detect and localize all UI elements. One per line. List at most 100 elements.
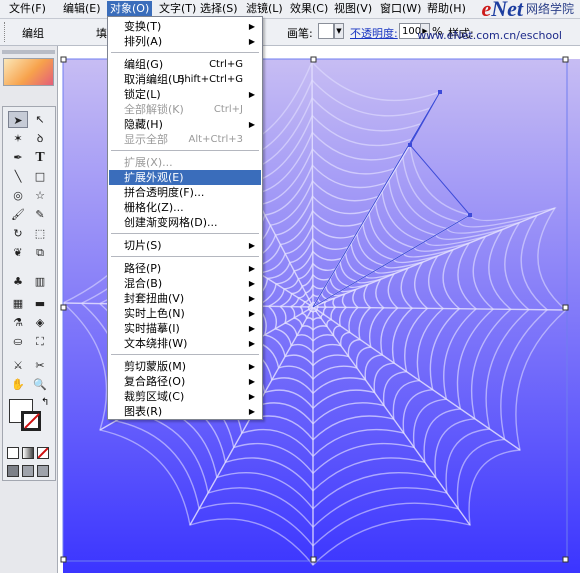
menu-filter[interactable]: 滤镜(L) <box>243 1 286 17</box>
screen-mode-full-icon[interactable] <box>37 465 49 477</box>
warp-tool-icon[interactable]: ❦ <box>8 244 28 261</box>
object-menu-item-label: 排列(A) <box>124 35 163 48</box>
none-mode-icon[interactable] <box>37 447 49 459</box>
blend-tool-icon[interactable]: ◈ <box>30 314 50 331</box>
live-paint-selection-tool-icon[interactable]: ⛶ <box>30 333 50 350</box>
brush-dropdown-icon[interactable]: ▼ <box>334 23 344 39</box>
scissors-tool-icon[interactable]: ✂ <box>30 357 50 374</box>
object-menu-item-shortcut: Shift+Ctrl+G <box>177 74 243 85</box>
enet-url: www.eNet.com.cn/eschool <box>417 29 562 42</box>
menu-select[interactable]: 选择(S) <box>197 1 241 17</box>
submenu-arrow-icon: ▶ <box>248 309 255 318</box>
direct-selection-tool-icon[interactable]: ↖ <box>30 111 50 128</box>
stroke-swatch[interactable] <box>21 411 41 431</box>
paintbrush-tool-icon[interactable]: 🖌 <box>8 206 28 223</box>
anchor-point[interactable] <box>468 213 472 217</box>
gradient-mode-icon[interactable] <box>22 447 34 459</box>
object-menu-item[interactable]: 路径(P) ▶ <box>109 261 261 276</box>
object-menu-item[interactable]: 实时上色(N) ▶ <box>109 306 261 321</box>
brush-swatch[interactable] <box>318 23 334 39</box>
group-label: 编组 <box>22 27 44 40</box>
submenu-arrow-icon: ▶ <box>248 407 255 416</box>
bounding-box-handle[interactable] <box>60 56 67 63</box>
bounding-box-handle[interactable] <box>562 56 569 63</box>
anchor-point[interactable] <box>408 143 412 147</box>
rectangle-tool-icon[interactable]: □ <box>30 168 50 185</box>
submenu-arrow-icon: ▶ <box>248 90 255 99</box>
object-menu-item[interactable]: 拼合透明度(F)... <box>109 185 261 200</box>
menu-effect[interactable]: 效果(C) <box>287 1 331 17</box>
object-menu-item[interactable]: 文本绕排(W) ▶ <box>109 336 261 351</box>
object-menu-item[interactable]: 扩展外观(E) <box>109 170 261 185</box>
menu-view[interactable]: 视图(V) <box>331 1 375 17</box>
live-paint-bucket-tool-icon[interactable]: ⛀ <box>8 333 28 350</box>
type-tool-icon[interactable]: T <box>30 149 50 166</box>
swap-colors-icon[interactable]: ↰ <box>41 397 49 408</box>
opacity-link[interactable]: 不透明度: <box>350 25 398 41</box>
submenu-arrow-icon: ▶ <box>248 37 255 46</box>
object-menu-item[interactable]: 混合(B) ▶ <box>109 276 261 291</box>
object-menu-item-label: 剪切蒙版(M) <box>124 360 187 373</box>
submenu-arrow-icon: ▶ <box>248 22 255 31</box>
zoom-tool-icon[interactable]: 🔍 <box>30 376 50 393</box>
panel-grip[interactable] <box>2 50 55 54</box>
object-menu-item[interactable]: 复合路径(O) ▶ <box>109 374 261 389</box>
object-menu-item[interactable]: 剪切蒙版(M) ▶ <box>109 359 261 374</box>
screen-mode-standard-icon[interactable] <box>7 465 19 477</box>
column-graph-tool-icon[interactable]: ▥ <box>30 273 50 290</box>
line-tool-icon[interactable]: ╲ <box>8 168 28 185</box>
menu-help[interactable]: 帮助(H) <box>424 1 469 17</box>
bounding-box-handle[interactable] <box>310 56 317 63</box>
slice-tool-icon[interactable]: ⚔ <box>8 357 28 374</box>
selection-tool-icon[interactable]: ➤ <box>8 111 28 128</box>
control-bar: 编组 填 画笔: ▼ 不透明度: 100 ▶ % 样式: www.eNet.co… <box>0 19 580 46</box>
screen-mode-full-menu-icon[interactable] <box>22 465 34 477</box>
object-menu-item-label: 拼合透明度(F)... <box>124 186 205 199</box>
gradient-tool-icon[interactable]: ▬ <box>30 295 50 312</box>
eyedropper-tool-icon[interactable]: ⚗ <box>8 314 28 331</box>
menu-object[interactable]: 对象(O) <box>107 1 153 17</box>
bounding-box-handle[interactable] <box>562 304 569 311</box>
object-menu-item[interactable]: 取消编组(U) Shift+Ctrl+G <box>109 72 261 87</box>
pencil-tool-icon[interactable]: ✎ <box>30 206 50 223</box>
menu-edit[interactable]: 编辑(E) <box>60 1 104 17</box>
lasso-tool-icon[interactable]: ꝺ <box>30 130 50 147</box>
object-menu-item[interactable]: 切片(S) ▶ <box>109 238 261 253</box>
object-menu-item[interactable]: 创建渐变网格(D)... <box>109 215 261 230</box>
pen-tool-icon[interactable]: ✒ <box>8 149 28 166</box>
magic-wand-tool-icon[interactable]: ✶ <box>8 130 28 147</box>
object-menu-item[interactable]: 图表(R) ▶ <box>109 404 261 419</box>
rotate-tool-icon[interactable]: ↻ <box>8 225 28 242</box>
object-menu-item[interactable]: 栅格化(Z)... <box>109 200 261 215</box>
bounding-box-handle[interactable] <box>60 556 67 563</box>
scale-tool-icon[interactable]: ⬚ <box>30 225 50 242</box>
spiral-tool-icon[interactable]: ◎ <box>8 187 28 204</box>
hand-tool-icon[interactable]: ✋ <box>8 376 28 393</box>
object-menu-item-label: 栅格化(Z)... <box>124 201 184 214</box>
anchor-point[interactable] <box>438 90 442 94</box>
grip-handle[interactable] <box>4 22 8 42</box>
menu-type[interactable]: 文字(T) <box>156 1 199 17</box>
enet-brand-logo: eNet 网络学院 <box>481 0 574 21</box>
object-menu-item[interactable]: 排列(A) ▶ <box>109 34 261 49</box>
mesh-tool-icon[interactable]: ▦ <box>8 295 28 312</box>
bounding-box-handle[interactable] <box>562 556 569 563</box>
menu-window[interactable]: 窗口(W) <box>377 1 424 17</box>
fill-label: 填 <box>96 27 107 40</box>
symbol-sprayer-tool-icon[interactable]: ♣ <box>8 273 28 290</box>
object-menu-item[interactable]: 隐藏(H) ▶ <box>109 117 261 132</box>
object-menu-item-shortcut: Alt+Ctrl+3 <box>188 134 243 145</box>
object-menu-item-label: 图表(R) <box>124 405 163 418</box>
object-menu-item[interactable]: 封套扭曲(V) ▶ <box>109 291 261 306</box>
object-menu-item[interactable]: 裁剪区域(C) ▶ <box>109 389 261 404</box>
menu-file[interactable]: 文件(F) <box>6 1 49 17</box>
free-transform-tool-icon[interactable]: ⧉ <box>30 244 50 261</box>
color-mode-icon[interactable] <box>7 447 19 459</box>
object-menu-item[interactable]: 锁定(L) ▶ <box>109 87 261 102</box>
object-menu-item[interactable]: 实时描摹(I) ▶ <box>109 321 261 336</box>
object-menu-item[interactable]: 变换(T) ▶ <box>109 19 261 34</box>
bounding-box-handle[interactable] <box>310 556 317 563</box>
bounding-box-handle[interactable] <box>60 304 67 311</box>
star-tool-icon[interactable]: ☆ <box>30 187 50 204</box>
object-menu-item[interactable]: 编组(G) Ctrl+G <box>109 57 261 72</box>
